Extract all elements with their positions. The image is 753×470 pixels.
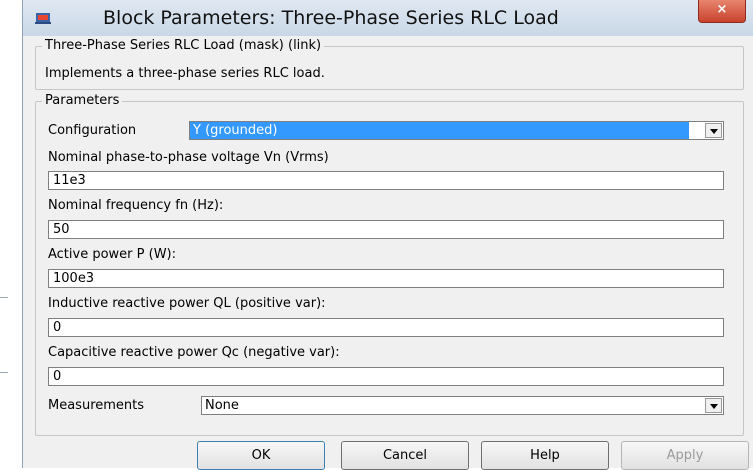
simulink-block-icon [35, 13, 51, 24]
nominal-frequency-input[interactable]: 50 [48, 220, 724, 239]
active-power-input[interactable]: 100e3 [48, 269, 724, 288]
nominal-voltage-input[interactable]: 11e3 [48, 171, 724, 190]
background-tick [0, 297, 8, 298]
capacitive-power-label: Capacitive reactive power Qc (negative v… [48, 345, 340, 360]
measurements-label: Measurements [48, 398, 145, 413]
background-tick [0, 372, 8, 373]
inductive-power-label: Inductive reactive power QL (positive va… [48, 296, 326, 311]
cancel-button[interactable]: Cancel [341, 441, 469, 470]
apply-button[interactable]: Apply [621, 441, 749, 470]
close-button[interactable]: × [698, 0, 746, 23]
active-power-label: Active power P (W): [48, 247, 177, 262]
measurements-dropdown[interactable]: None [201, 396, 724, 415]
mask-description-group: Three-Phase Series RLC Load (mask) (link… [35, 38, 744, 90]
configuration-dropdown[interactable]: Y (grounded) [189, 121, 724, 140]
capacitive-power-input[interactable]: 0 [48, 367, 724, 386]
configuration-value: Y (grounded) [190, 122, 689, 139]
measurements-value: None [205, 398, 239, 413]
mask-group-title: Three-Phase Series RLC Load (mask) (link… [42, 38, 325, 53]
parameters-group-title: Parameters [42, 93, 123, 108]
mask-description: Implements a three-phase series RLC load… [45, 66, 325, 81]
configuration-label: Configuration [48, 123, 137, 138]
help-button[interactable]: Help [481, 441, 609, 470]
block-parameters-dialog: Block Parameters: Three-Phase Series RLC… [22, 0, 753, 470]
ok-button[interactable]: OK [197, 441, 325, 470]
chevron-down-icon[interactable] [705, 123, 722, 138]
chevron-down-icon[interactable] [705, 398, 722, 413]
window-title: Block Parameters: Three-Phase Series RLC… [103, 7, 559, 29]
nominal-frequency-label: Nominal frequency fn (Hz): [48, 198, 224, 213]
title-bar[interactable]: Block Parameters: Three-Phase Series RLC… [23, 0, 753, 36]
nominal-voltage-label: Nominal phase-to-phase voltage Vn (Vrms) [48, 150, 329, 165]
inductive-power-input[interactable]: 0 [48, 318, 724, 337]
